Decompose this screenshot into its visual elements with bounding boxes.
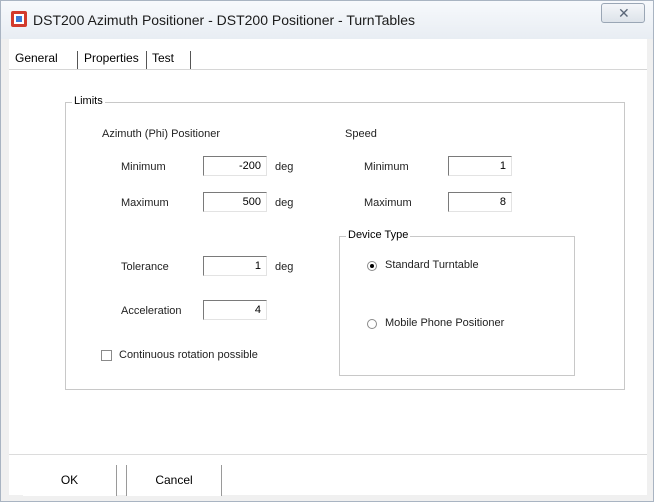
tolerance-label: Tolerance [121, 261, 169, 273]
cancel-button[interactable]: Cancel [126, 465, 222, 496]
continuous-rotation-checkbox[interactable] [101, 350, 112, 361]
dialog-window: DST200 Azimuth Positioner - DST200 Posit… [0, 0, 654, 502]
tab-divider [9, 69, 647, 70]
footer-divider [9, 454, 647, 455]
continuous-rotation-label: Continuous rotation possible [119, 349, 258, 361]
azimuth-minimum-unit: deg [275, 161, 294, 173]
close-button[interactable]: ✕ [601, 3, 645, 23]
dialog-client: General Properties Test Limits Azimuth (… [9, 39, 647, 496]
tab-general[interactable]: General [11, 47, 62, 69]
speed-header: Speed [345, 128, 377, 140]
app-icon [11, 11, 27, 27]
limits-caption: Limits [72, 95, 105, 107]
title-bar: DST200 Azimuth Positioner - DST200 Posit… [1, 1, 653, 39]
speed-minimum-label: Minimum [364, 161, 409, 173]
tab-separator [190, 51, 191, 69]
mobile-phone-positioner-label: Mobile Phone Positioner [385, 317, 505, 329]
azimuth-minimum-input[interactable]: -200 [203, 156, 267, 176]
tolerance-input[interactable]: 1 [203, 256, 267, 276]
azimuth-minimum-label: Minimum [121, 161, 166, 173]
device-type-caption: Device Type [346, 229, 411, 241]
speed-maximum-label: Maximum [364, 197, 412, 209]
tab-separator [77, 51, 78, 69]
tolerance-unit: deg [275, 261, 294, 273]
azimuth-maximum-unit: deg [275, 197, 294, 209]
close-icon: ✕ [618, 5, 630, 21]
mobile-phone-positioner-radio[interactable] [367, 319, 377, 329]
azimuth-maximum-label: Maximum [121, 197, 169, 209]
ok-button[interactable]: OK [23, 465, 117, 496]
speed-maximum-input[interactable]: 8 [448, 192, 512, 212]
standard-turntable-label: Standard Turntable [385, 259, 479, 271]
acceleration-input[interactable]: 4 [203, 300, 267, 320]
device-type-group: Device Type [339, 229, 575, 376]
standard-turntable-radio[interactable] [367, 261, 377, 271]
azimuth-header: Azimuth (Phi) Positioner [102, 128, 220, 140]
azimuth-maximum-input[interactable]: 500 [203, 192, 267, 212]
window-title: DST200 Azimuth Positioner - DST200 Posit… [33, 12, 416, 28]
acceleration-label: Acceleration [121, 305, 182, 317]
tab-properties[interactable]: Properties [80, 47, 143, 69]
speed-minimum-input[interactable]: 1 [448, 156, 512, 176]
tab-test[interactable]: Test [148, 47, 178, 69]
tab-separator [146, 51, 147, 69]
